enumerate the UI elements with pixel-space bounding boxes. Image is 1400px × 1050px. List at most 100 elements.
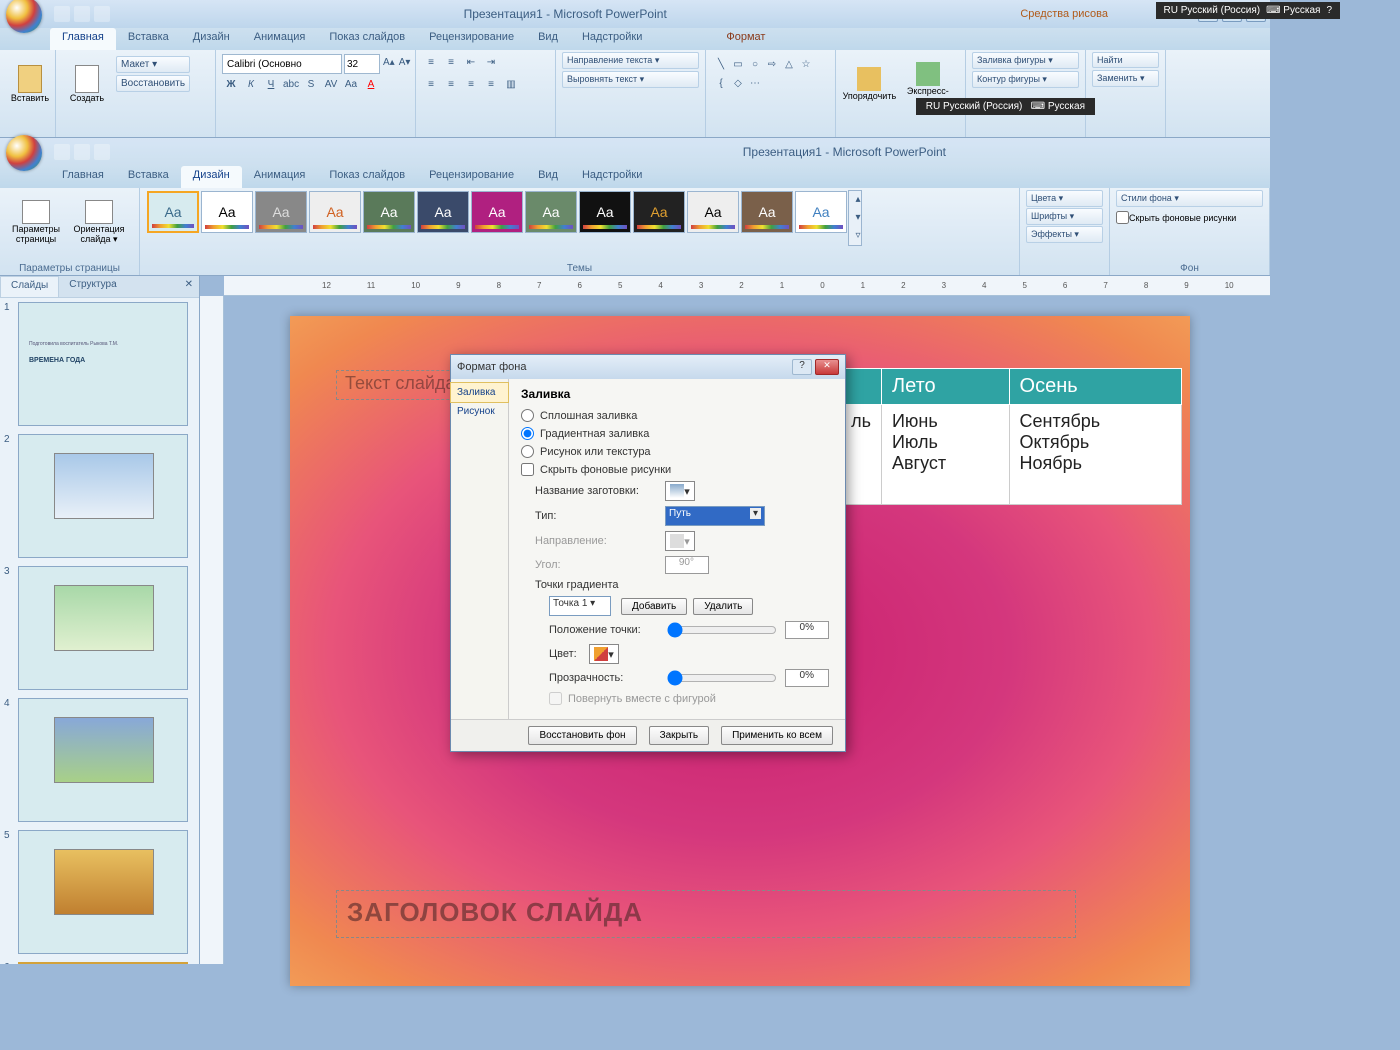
indent-inc-icon[interactable]: ⇥ <box>482 54 500 72</box>
angle-spinner[interactable]: 90° <box>665 556 709 574</box>
themes-more-icon[interactable]: ▿ <box>849 227 867 245</box>
th-autumn[interactable]: Осень <box>1009 369 1181 405</box>
position-spinner[interactable]: 0% <box>785 621 829 639</box>
theme-thumb-12[interactable]: Aa <box>741 191 793 233</box>
shape-callout-icon[interactable]: ◇ <box>729 75 747 93</box>
theme-thumb-4[interactable]: Aa <box>309 191 361 233</box>
remove-stop-button[interactable]: Удалить <box>693 598 753 615</box>
page-setup-button[interactable]: Параметры страницы <box>6 190 66 254</box>
tab-view-1[interactable]: Вид <box>526 28 570 50</box>
apply-all-button[interactable]: Применить ко всем <box>721 726 833 745</box>
tab-view-2[interactable]: Вид <box>526 166 570 188</box>
justify-icon[interactable]: ≡ <box>482 76 500 94</box>
radio-solid[interactable] <box>521 409 534 422</box>
text-direction-button[interactable]: Направление текста ▾ <box>562 52 699 69</box>
tab-home-2[interactable]: Главная <box>50 166 116 188</box>
thumb-3[interactable] <box>18 566 188 690</box>
bg-styles-button[interactable]: Стили фона ▾ <box>1116 190 1263 207</box>
theme-thumb-11[interactable]: Aa <box>687 191 739 233</box>
hide-bg-check-row[interactable]: Скрыть фоновые рисунки <box>1116 211 1263 224</box>
bold-icon[interactable]: Ж <box>222 76 240 94</box>
dialog-titlebar[interactable]: Формат фона ? ✕ <box>451 355 845 379</box>
font-color-icon[interactable]: A <box>362 76 380 94</box>
qat-redo-2[interactable] <box>94 144 110 160</box>
theme-thumb-1[interactable]: Aa <box>147 191 199 233</box>
dlg-side-picture[interactable]: Рисунок <box>451 402 508 421</box>
strike-icon[interactable]: abc <box>282 76 300 94</box>
transparency-slider[interactable] <box>667 670 777 686</box>
thumb-1[interactable]: Подготовила воспитатель Рыкова Т.М. ВРЕМ… <box>18 302 188 426</box>
type-combo[interactable]: Путь ▾ <box>665 506 765 526</box>
language-bar-1[interactable]: RU Русский (Россия) ⌨ Русская ? <box>1156 2 1340 19</box>
tab-addins-1[interactable]: Надстройки <box>570 28 654 50</box>
columns-icon[interactable]: ▥ <box>502 76 520 94</box>
tab-insert-2[interactable]: Вставка <box>116 166 181 188</box>
layout-button[interactable]: Макет ▾ <box>116 56 190 73</box>
align-center-icon[interactable]: ≡ <box>442 76 460 94</box>
indent-dec-icon[interactable]: ⇤ <box>462 54 480 72</box>
tab-review-1[interactable]: Рецензирование <box>417 28 526 50</box>
theme-fonts-button[interactable]: Шрифты ▾ <box>1026 208 1103 225</box>
position-slider[interactable] <box>667 622 777 638</box>
qat-undo-2[interactable] <box>74 144 90 160</box>
theme-thumb-10[interactable]: Aa <box>633 191 685 233</box>
theme-thumb-3[interactable]: Aa <box>255 191 307 233</box>
shape-rect-icon[interactable]: ▭ <box>729 56 747 74</box>
shadow-icon[interactable]: S <box>302 76 320 94</box>
shape-outline-button[interactable]: Контур фигуры ▾ <box>972 71 1079 88</box>
theme-thumb-6[interactable]: Aa <box>417 191 469 233</box>
qat-redo-1[interactable] <box>94 6 110 22</box>
shape-line-icon[interactable]: ╲ <box>712 56 730 74</box>
find-button[interactable]: Найти <box>1092 52 1159 68</box>
lang-help-icon[interactable]: ? <box>1326 5 1332 16</box>
qat-save-2[interactable] <box>54 144 70 160</box>
thumbs-list[interactable]: 1 Подготовила воспитатель Рыкова Т.М. ВР… <box>0 298 199 964</box>
thumb-row-5[interactable]: 5 <box>4 830 195 954</box>
dialog-close-icon[interactable]: ✕ <box>815 359 839 375</box>
transparency-spinner[interactable]: 0% <box>785 669 829 687</box>
tab-animation-1[interactable]: Анимация <box>242 28 318 50</box>
direction-dropdown[interactable]: ▾ <box>665 531 695 551</box>
font-size-combo[interactable] <box>344 54 380 74</box>
stop-combo[interactable]: Точка 1 ▾ <box>549 596 611 616</box>
italic-icon[interactable]: К <box>242 76 260 94</box>
theme-colors-button[interactable]: Цвета ▾ <box>1026 190 1103 207</box>
theme-thumb-8[interactable]: Aa <box>525 191 577 233</box>
th-summer[interactable]: Лето <box>881 369 1009 405</box>
qat-undo-1[interactable] <box>74 6 90 22</box>
reset-button[interactable]: Восстановить <box>116 75 190 92</box>
tab-design-2[interactable]: Дизайн <box>181 166 242 188</box>
language-bar-2[interactable]: RU Русский (Россия) ⌨ Русская <box>916 98 1095 115</box>
close-dialog-button[interactable]: Закрыть <box>649 726 710 745</box>
tab-addins-2[interactable]: Надстройки <box>570 166 654 188</box>
theme-thumb-9[interactable]: Aa <box>579 191 631 233</box>
case-icon[interactable]: Aa <box>342 76 360 94</box>
theme-thumb-13[interactable]: Aa <box>795 191 847 233</box>
add-stop-button[interactable]: Добавить <box>621 598 687 615</box>
themes-scroll-up-icon[interactable]: ▴ <box>849 191 867 209</box>
tab-animation-2[interactable]: Анимация <box>242 166 318 188</box>
tab-design-1[interactable]: Дизайн <box>181 28 242 50</box>
align-right-icon[interactable]: ≡ <box>462 76 480 94</box>
shape-fill-button[interactable]: Заливка фигуры ▾ <box>972 52 1079 69</box>
thumb-row-1[interactable]: 1 Подготовила воспитатель Рыкова Т.М. ВР… <box>4 302 195 426</box>
tab-slideshow-2[interactable]: Показ слайдов <box>317 166 417 188</box>
dialog-help-icon[interactable]: ? <box>792 359 812 375</box>
theme-thumb-5[interactable]: Aa <box>363 191 415 233</box>
theme-effects-button[interactable]: Эффекты ▾ <box>1026 226 1103 243</box>
thumb-6[interactable] <box>18 962 188 964</box>
hide-bg-checkbox[interactable] <box>1116 211 1129 224</box>
thumb-row-2[interactable]: 2 <box>4 434 195 558</box>
office-button-2[interactable] <box>6 135 42 171</box>
shape-brace-icon[interactable]: { <box>712 75 730 93</box>
preset-dropdown[interactable]: ▾ <box>665 481 695 501</box>
underline-icon[interactable]: Ч <box>262 76 280 94</box>
td-autumn[interactable]: Сентябрь Октябрь Ноябрь <box>1009 405 1181 505</box>
shapes-gallery[interactable]: ╲ ▭ ○ ⇨ △ ☆ { ◇ ⋯ <box>712 56 829 93</box>
tab-format-1[interactable]: Формат <box>714 28 777 50</box>
side-tab-slides[interactable]: Слайды <box>0 276 59 297</box>
radio-gradient[interactable] <box>521 427 534 440</box>
tab-home-1[interactable]: Главная <box>50 28 116 50</box>
shape-tri-icon[interactable]: △ <box>780 56 798 74</box>
thumb-row-6[interactable]: 6 <box>4 962 195 964</box>
